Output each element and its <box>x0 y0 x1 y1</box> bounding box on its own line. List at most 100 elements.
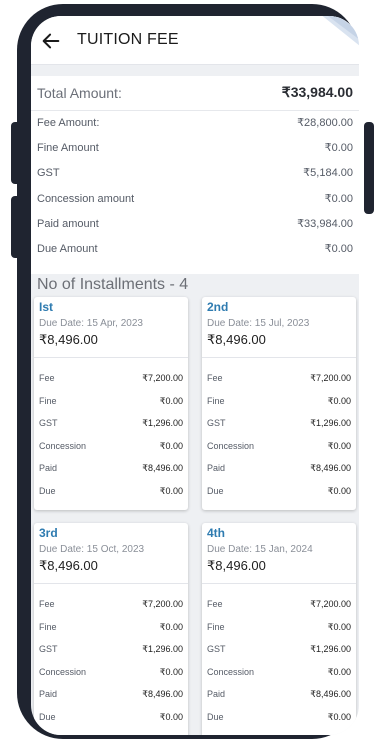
installment-row-value: ₹1,296.00 <box>310 644 351 654</box>
paid-amount-row: Paid amount ₹33,984.00 <box>37 217 353 231</box>
summary-row-label: Fine Amount <box>37 141 99 154</box>
installment-row-value: ₹1,296.00 <box>142 418 183 428</box>
summary-row-value: ₹5,184.00 <box>303 167 353 179</box>
installment-row: Paid ₹8,496.00 <box>207 689 351 700</box>
card-divider <box>202 583 356 584</box>
installment-row: GST ₹1,296.00 <box>207 418 351 429</box>
installment-row: Due ₹0.00 <box>207 712 351 723</box>
installment-amount: ₹8,496.00 <box>39 332 98 347</box>
installment-row-label: Fee <box>207 373 223 383</box>
installment-row-label: Paid <box>207 463 226 473</box>
installment-row: Fee ₹7,200.00 <box>39 599 183 610</box>
installment-row: Fee ₹7,200.00 <box>207 599 351 610</box>
installment-row: Fine ₹0.00 <box>207 622 351 633</box>
installment-number: 3rd <box>39 526 58 540</box>
installment-card[interactable]: 2nd Due Date: 15 Jul, 2023 ₹8,496.00 Fee ₹… <box>202 297 356 510</box>
installment-row: Concession ₹0.00 <box>39 667 183 678</box>
installment-row-value: ₹0.00 <box>159 396 183 406</box>
installment-row-label: Fee <box>39 373 55 383</box>
summary-row-label: Paid amount <box>37 217 99 230</box>
total-amount-value: ₹33,984.00 <box>281 84 353 100</box>
installment-row-label: Concession <box>39 441 87 451</box>
installment-row: Fine ₹0.00 <box>39 396 183 407</box>
fee-summary-card: Total Amount: ₹33,984.00 Fee Amount: ₹28… <box>31 76 359 274</box>
installment-row-value: ₹7,200.00 <box>142 599 183 609</box>
summary-row-value: ₹0.00 <box>324 193 353 205</box>
card-divider <box>34 583 188 584</box>
installment-row: Concession ₹0.00 <box>207 441 351 452</box>
installment-due-date: Due Date: 15 Jan, 2024 <box>207 544 313 555</box>
installment-row-value: ₹8,496.00 <box>142 463 183 473</box>
installment-row-label: Fee <box>207 599 223 609</box>
card-divider <box>202 357 356 358</box>
installment-row-label: Due <box>39 712 56 722</box>
fine-amount-row: Fine Amount ₹0.00 <box>37 141 353 155</box>
installment-row: Fee ₹7,200.00 <box>39 373 183 384</box>
installment-row: GST ₹1,296.00 <box>39 644 183 655</box>
installment-row-label: Due <box>39 486 56 496</box>
installment-row-value: ₹0.00 <box>159 441 183 451</box>
installment-row: Fine ₹0.00 <box>207 396 351 407</box>
installment-card[interactable]: 4th Due Date: 15 Jan, 2024 ₹8,496.00 Fee ₹… <box>202 523 356 735</box>
installment-row: Paid ₹8,496.00 <box>207 463 351 474</box>
installment-row-label: GST <box>39 418 58 428</box>
installment-row-value: ₹8,496.00 <box>310 689 351 699</box>
installment-row-value: ₹1,296.00 <box>142 644 183 654</box>
installment-row-value: ₹0.00 <box>159 667 183 677</box>
summary-row-label: GST <box>37 166 60 179</box>
installment-due-date: Due Date: 15 Jul, 2023 <box>207 318 310 329</box>
installment-card[interactable]: Ist Due Date: 15 Apr, 2023 ₹8,496.00 Fee ₹… <box>34 297 188 510</box>
installment-row-value: ₹0.00 <box>159 486 183 496</box>
installment-row-value: ₹8,496.00 <box>142 689 183 699</box>
summary-row-value: ₹0.00 <box>324 142 353 154</box>
installment-row-value: ₹8,496.00 <box>310 463 351 473</box>
installment-row: Due ₹0.00 <box>39 486 183 497</box>
card-divider <box>34 357 188 358</box>
summary-divider <box>31 110 359 111</box>
installment-row-label: Due <box>207 486 224 496</box>
installment-amount: ₹8,496.00 <box>207 558 266 573</box>
installment-row-label: Paid <box>207 689 226 699</box>
app-header: TUITION FEE <box>31 16 359 65</box>
installment-row: Concession ₹0.00 <box>207 667 351 678</box>
installment-row-value: ₹0.00 <box>159 712 183 722</box>
installment-row-label: Fine <box>207 622 225 632</box>
installments-count-label: No of Installments - 4 <box>37 276 189 293</box>
installment-row-value: ₹7,200.00 <box>310 599 351 609</box>
fee-amount-row: Fee Amount: ₹28,800.00 <box>37 116 353 130</box>
app-screen: TUITION FEE Total Amount: ₹33,984.00 Fee… <box>31 16 359 735</box>
installment-row-value: ₹1,296.00 <box>310 418 351 428</box>
concession-amount-row: Concession amount ₹0.00 <box>37 192 353 206</box>
installment-amount: ₹8,496.00 <box>207 332 266 347</box>
installment-row: Paid ₹8,496.00 <box>39 463 183 474</box>
installment-row-value: ₹0.00 <box>327 622 351 632</box>
installment-row-value: ₹7,200.00 <box>310 373 351 383</box>
header-decoration-graphic <box>322 16 359 46</box>
installment-row: Concession ₹0.00 <box>39 441 183 452</box>
installment-due-date: Due Date: 15 Apr, 2023 <box>39 318 143 329</box>
summary-row-label: Fee Amount: <box>37 116 100 129</box>
installment-row: GST ₹1,296.00 <box>207 644 351 655</box>
installment-row-label: Concession <box>39 667 87 677</box>
installment-number: 2nd <box>207 300 229 314</box>
installment-amount: ₹8,496.00 <box>39 558 98 573</box>
summary-row-label: Due Amount <box>37 242 98 255</box>
due-amount-row: Due Amount ₹0.00 <box>37 242 353 256</box>
installment-row-value: ₹7,200.00 <box>142 373 183 383</box>
summary-row-value: ₹33,984.00 <box>297 218 353 230</box>
gst-row: GST ₹5,184.00 <box>37 166 353 180</box>
installment-row: Paid ₹8,496.00 <box>39 689 183 700</box>
installment-row-value: ₹0.00 <box>327 396 351 406</box>
installment-row-value: ₹0.00 <box>327 441 351 451</box>
installment-row: GST ₹1,296.00 <box>39 418 183 429</box>
installment-row-label: Paid <box>39 689 58 699</box>
summary-row-value: ₹28,800.00 <box>297 117 353 129</box>
installment-row-value: ₹0.00 <box>159 622 183 632</box>
page-title: TUITION FEE <box>77 31 179 48</box>
installment-row-label: Concession <box>207 441 255 451</box>
installment-number: Ist <box>39 300 54 314</box>
installment-card[interactable]: 3rd Due Date: 15 Oct, 2023 ₹8,496.00 Fee ₹… <box>34 523 188 735</box>
installment-row-label: Fine <box>39 622 57 632</box>
back-arrow-icon[interactable] <box>40 30 62 52</box>
installment-row-value: ₹0.00 <box>327 486 351 496</box>
